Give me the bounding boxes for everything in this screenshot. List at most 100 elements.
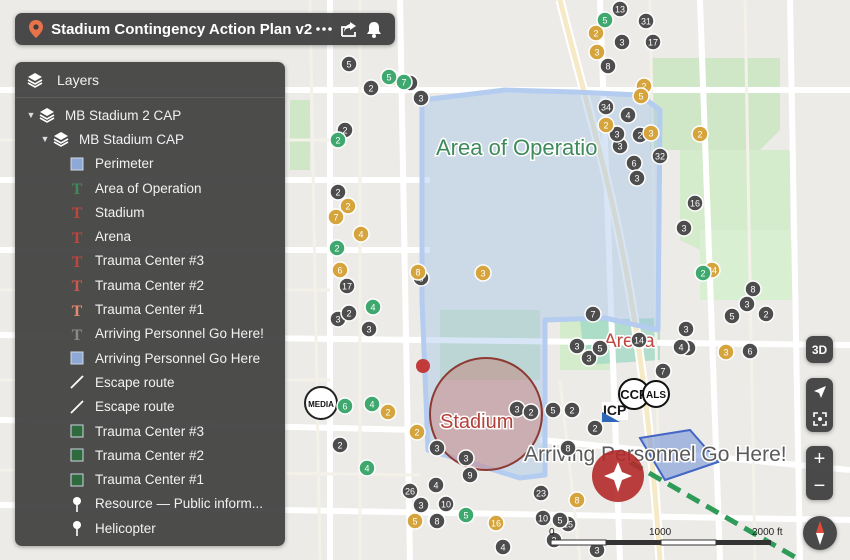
gray-resource-marker[interactable]: 3 bbox=[457, 449, 475, 467]
gray-resource-marker[interactable]: 2 bbox=[757, 305, 775, 323]
gray-resource-marker[interactable]: 4 bbox=[672, 338, 690, 356]
gray-resource-marker[interactable]: 9 bbox=[461, 466, 479, 484]
gold-resource-marker[interactable]: 3 bbox=[642, 124, 660, 142]
gold-resource-marker[interactable]: 2 bbox=[408, 423, 426, 441]
gray-resource-marker[interactable]: 3 bbox=[628, 169, 646, 187]
gray-resource-marker[interactable]: 8 bbox=[559, 439, 577, 457]
gray-resource-marker[interactable]: 2 bbox=[329, 183, 347, 201]
gold-resource-marker[interactable]: 3 bbox=[474, 264, 492, 282]
layer-row[interactable]: ▼ MB Stadium 2 CAP bbox=[15, 103, 285, 127]
gold-resource-marker[interactable]: 2 bbox=[691, 125, 709, 143]
gray-resource-marker[interactable]: 8 bbox=[744, 280, 762, 298]
gold-resource-marker[interactable]: 2 bbox=[379, 403, 397, 421]
gray-resource-marker[interactable]: 4 bbox=[427, 476, 445, 494]
green-resource-marker[interactable]: 7 bbox=[395, 73, 413, 91]
green-resource-marker[interactable]: 5 bbox=[457, 506, 475, 524]
gray-resource-marker[interactable]: 2 bbox=[586, 419, 604, 437]
green-resource-marker[interactable]: 6 bbox=[336, 397, 354, 415]
layer-row[interactable]: Resource — Public inform... bbox=[15, 492, 285, 516]
layer-row[interactable]: T Stadium bbox=[15, 200, 285, 224]
toggle-3d-button[interactable]: 3D bbox=[806, 336, 833, 363]
layer-row[interactable]: ▼ MB Stadium CAP bbox=[15, 127, 285, 151]
zoom-in-button[interactable]: + bbox=[806, 446, 833, 473]
gold-resource-marker[interactable]: 4 bbox=[352, 225, 370, 243]
green-resource-marker[interactable]: 2 bbox=[329, 131, 347, 149]
fit-bounds-icon[interactable] bbox=[806, 405, 833, 432]
green-resource-marker[interactable]: 2 bbox=[328, 239, 346, 257]
gold-resource-marker[interactable]: 6 bbox=[331, 261, 349, 279]
locate-arrow-icon[interactable] bbox=[806, 378, 833, 405]
layer-row[interactable]: Trauma Center #1 bbox=[15, 467, 285, 491]
green-resource-marker[interactable]: 4 bbox=[358, 459, 376, 477]
gray-resource-marker[interactable]: 5 bbox=[723, 307, 741, 325]
gold-resource-marker[interactable]: 5 bbox=[406, 512, 424, 530]
gray-resource-marker[interactable]: 2 bbox=[362, 79, 380, 97]
gold-resource-marker[interactable]: 5 bbox=[632, 87, 650, 105]
gray-resource-marker[interactable]: 3 bbox=[675, 219, 693, 237]
gray-resource-marker[interactable]: 2 bbox=[340, 304, 358, 322]
green-resource-marker[interactable]: 4 bbox=[364, 298, 382, 316]
gold-resource-marker[interactable]: 8 bbox=[568, 491, 586, 509]
gray-resource-marker[interactable]: 34 bbox=[597, 98, 615, 116]
gray-resource-marker[interactable]: 6 bbox=[741, 342, 759, 360]
green-resource-marker[interactable]: 2 bbox=[694, 264, 712, 282]
layer-row[interactable]: T Trauma Center #1 bbox=[15, 297, 285, 321]
gray-resource-marker[interactable]: 32 bbox=[651, 147, 669, 165]
gray-resource-marker[interactable]: 17 bbox=[338, 277, 356, 295]
gray-resource-marker[interactable]: 2 bbox=[331, 436, 349, 454]
share-icon[interactable] bbox=[337, 17, 360, 41]
layer-row[interactable]: T Trauma Center #3 bbox=[15, 249, 285, 273]
gold-resource-marker[interactable]: 3 bbox=[588, 43, 606, 61]
layer-row[interactable]: Arriving Personnel Go Here bbox=[15, 346, 285, 370]
gray-resource-marker[interactable]: 2 bbox=[563, 401, 581, 419]
gray-resource-marker[interactable]: 2 bbox=[522, 403, 540, 421]
layer-row[interactable]: Escape route bbox=[15, 370, 285, 394]
gray-resource-marker[interactable]: 3 bbox=[613, 33, 631, 51]
gray-resource-marker[interactable]: 14 bbox=[630, 331, 648, 349]
green-resource-marker[interactable]: 5 bbox=[596, 11, 614, 29]
layer-row[interactable]: Perimeter bbox=[15, 152, 285, 176]
zoom-out-button[interactable]: − bbox=[806, 473, 833, 500]
gray-resource-marker[interactable]: 10 bbox=[534, 509, 552, 527]
expand-caret-icon[interactable]: ▼ bbox=[39, 134, 51, 144]
gray-resource-marker[interactable]: 17 bbox=[644, 33, 662, 51]
green-resource-marker[interactable]: 4 bbox=[363, 395, 381, 413]
gray-resource-marker[interactable]: 4 bbox=[619, 106, 637, 124]
gray-resource-marker[interactable]: 16 bbox=[686, 194, 704, 212]
layer-row[interactable]: T Arena bbox=[15, 224, 285, 248]
expand-caret-icon[interactable]: ▼ bbox=[25, 110, 37, 120]
layer-row[interactable]: T Arriving Personnel Go Here! bbox=[15, 322, 285, 346]
gold-resource-marker[interactable]: 2 bbox=[597, 116, 615, 134]
compass-icon[interactable] bbox=[803, 516, 837, 550]
gray-resource-marker[interactable]: 3 bbox=[568, 337, 586, 355]
gray-resource-marker[interactable]: 3 bbox=[677, 320, 695, 338]
gray-resource-marker[interactable]: 5 bbox=[551, 511, 569, 529]
gray-resource-marker[interactable]: 3 bbox=[360, 320, 378, 338]
gray-resource-marker[interactable]: 5 bbox=[544, 401, 562, 419]
gray-resource-marker[interactable]: 5 bbox=[340, 55, 358, 73]
gold-resource-marker[interactable]: 7 bbox=[327, 208, 345, 226]
gold-resource-marker[interactable]: 3 bbox=[717, 343, 735, 361]
gray-resource-marker[interactable]: 26 bbox=[401, 482, 419, 500]
gray-resource-marker[interactable]: 8 bbox=[599, 57, 617, 75]
gray-resource-marker[interactable]: 5 bbox=[591, 339, 609, 357]
gray-resource-marker[interactable]: 31 bbox=[637, 12, 655, 30]
layer-row[interactable]: Trauma Center #2 bbox=[15, 443, 285, 467]
gray-resource-marker[interactable]: 7 bbox=[654, 362, 672, 380]
gray-resource-marker[interactable]: 3 bbox=[508, 400, 526, 418]
gray-resource-marker[interactable]: 4 bbox=[494, 538, 512, 556]
red-resource-marker[interactable] bbox=[416, 359, 430, 373]
gray-resource-marker[interactable]: 6 bbox=[625, 154, 643, 172]
layer-row[interactable]: Trauma Center #3 bbox=[15, 419, 285, 443]
gray-resource-marker[interactable]: 3 bbox=[412, 89, 430, 107]
gray-resource-marker[interactable]: 10 bbox=[437, 495, 455, 513]
green-resource-marker[interactable]: 5 bbox=[380, 68, 398, 86]
gray-resource-marker[interactable]: 3 bbox=[412, 496, 430, 514]
layer-row[interactable]: T Trauma Center #2 bbox=[15, 273, 285, 297]
more-icon[interactable] bbox=[312, 17, 335, 41]
gray-resource-marker[interactable]: 3 bbox=[428, 439, 446, 457]
bell-icon[interactable] bbox=[362, 17, 385, 41]
gold-resource-marker[interactable]: 8 bbox=[409, 263, 427, 281]
layer-row[interactable]: T Area of Operation bbox=[15, 176, 285, 200]
layer-row[interactable]: Escape route bbox=[15, 395, 285, 419]
